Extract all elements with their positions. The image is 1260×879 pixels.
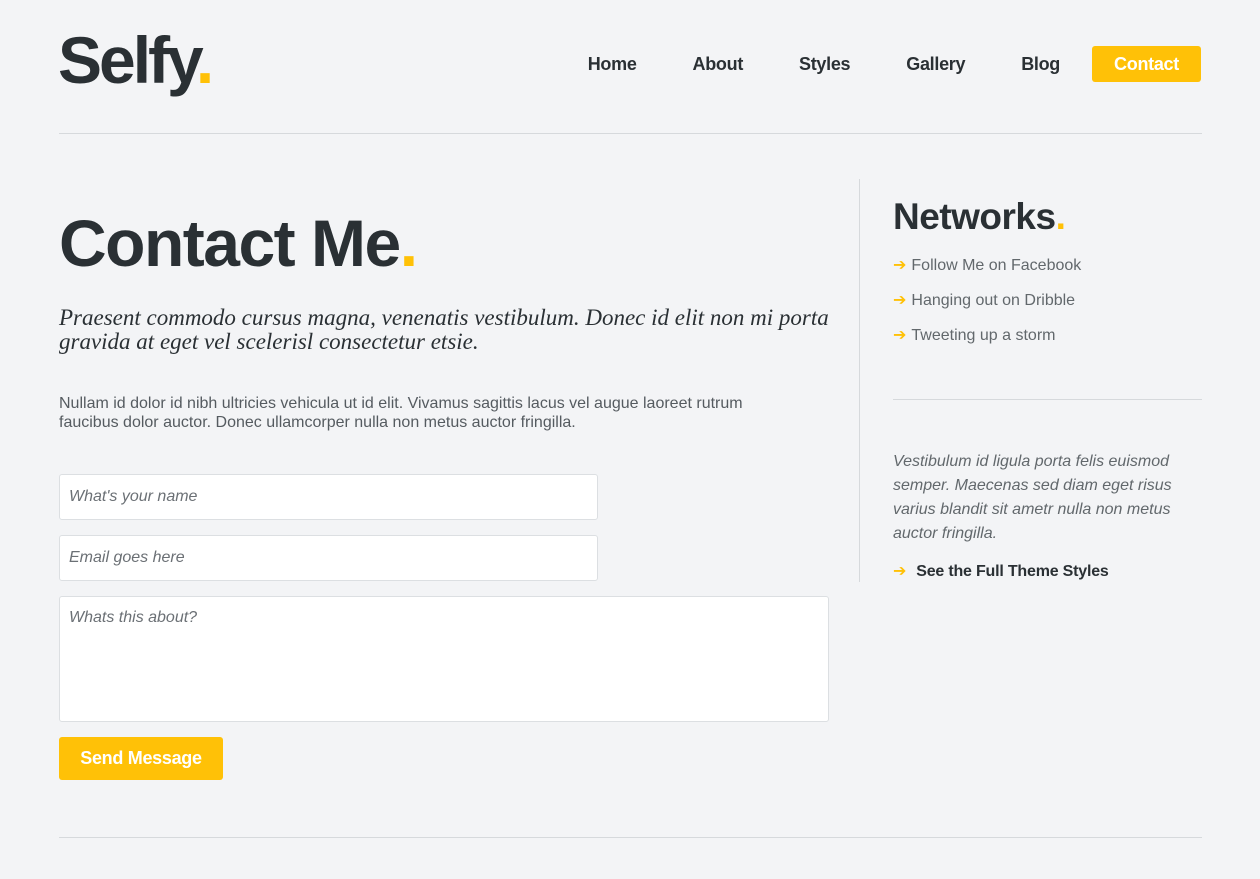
network-link-label: Tweeting up a storm [911,327,1056,344]
sidebar-rule [893,399,1202,400]
logo-text: Selfy [58,23,199,97]
send-message-button[interactable]: Send Message [59,737,223,780]
page-title-dot: . [399,206,418,280]
message-textarea[interactable] [59,596,829,722]
nav-contact-button[interactable]: Contact [1092,46,1201,82]
nav-gallery[interactable]: Gallery [906,54,965,75]
intro-paragraph: Nullam id dolor id nibh ultricies vehicu… [59,395,743,431]
network-link-facebook[interactable]: ➔ Follow Me on Facebook [893,248,1202,283]
right-arrow-icon: ➔ [893,292,907,309]
networks-title: Networks. [893,192,1202,242]
full-theme-styles-label: See the Full Theme Styles [916,563,1109,580]
right-arrow-icon: ➔ [893,563,907,580]
email-input[interactable] [59,535,598,581]
network-link-label: Hanging out on Dribble [911,292,1076,309]
sidebar-divider [859,179,860,582]
sidebar: Networks. ➔ Follow Me on Facebook ➔ Hangin… [893,192,1202,580]
contact-section: Contact Me. Praesent commodo cursus magn… [59,200,829,780]
nav-home[interactable]: Home [588,54,637,75]
right-arrow-icon: ➔ [893,257,907,274]
sidebar-quote: Vestibulum id ligula porta felis euismod… [893,453,1172,542]
full-theme-styles-link[interactable]: ➔ See the Full Theme Styles [893,561,1109,581]
lead-paragraph: Praesent commodo cursus magna, venenatis… [59,305,829,354]
network-links: ➔ Follow Me on Facebook ➔ Hanging out on D… [893,248,1202,353]
site-logo[interactable]: Selfy. [58,22,214,98]
main-nav: Home About Styles Gallery Blog Contact [588,46,1201,82]
page-title-text: Contact Me [59,206,401,280]
footer-divider [59,837,1202,838]
right-arrow-icon: ➔ [893,327,907,344]
name-input[interactable] [59,474,598,520]
networks-title-dot: . [1055,196,1066,237]
nav-blog[interactable]: Blog [1021,54,1060,75]
header-divider [59,133,1202,134]
nav-styles[interactable]: Styles [799,54,851,75]
nav-about[interactable]: About [693,54,744,75]
network-link-dribbble[interactable]: ➔ Hanging out on Dribble [893,283,1202,318]
networks-title-text: Networks [893,196,1056,237]
page-title: Contact Me. [59,200,829,286]
network-link-label: Follow Me on Facebook [911,257,1082,274]
logo-dot: . [195,23,214,97]
network-link-twitter[interactable]: ➔ Tweeting up a storm [893,318,1202,353]
